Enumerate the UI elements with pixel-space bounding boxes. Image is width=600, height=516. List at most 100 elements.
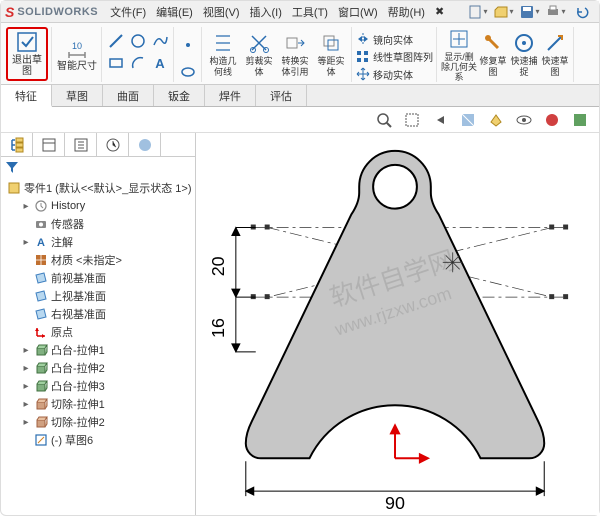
tree-item-label: 切除-拉伸2 <box>51 414 105 430</box>
quick-snap-button[interactable]: 快速捕捉 <box>509 28 539 82</box>
text-button[interactable]: A <box>150 53 170 73</box>
graphics-area[interactable]: 20 16 90 软件自学网 www.rjzxw.com <box>196 133 599 515</box>
svg-text:A: A <box>155 56 165 71</box>
line-button[interactable] <box>106 31 126 51</box>
apply-scene-button[interactable] <box>569 109 591 131</box>
fm-tab-tree[interactable] <box>1 133 33 156</box>
menu-help[interactable]: 帮助(H) <box>384 4 429 20</box>
ribbon-group-draw: A <box>103 27 174 82</box>
svg-text:A: A <box>37 237 45 249</box>
smart-dimension-button[interactable]: 10 智能尺寸 <box>56 27 98 81</box>
prev-view-icon <box>432 112 448 128</box>
expand-icon[interactable]: ▸ <box>21 399 31 410</box>
exit-sketch-button[interactable]: 退出草图 <box>6 27 48 81</box>
convert-body-icon <box>284 32 306 54</box>
menu-window[interactable]: 窗口(W) <box>334 4 382 20</box>
rapid-sketch-label: 快速草图 <box>540 56 570 78</box>
hide-show-button[interactable] <box>513 109 535 131</box>
filter-icon[interactable] <box>5 160 19 174</box>
exit-sketch-icon <box>16 31 38 53</box>
tree-item[interactable]: 原点 <box>5 323 195 341</box>
edit-appearance-button[interactable] <box>541 109 563 131</box>
feature-tree[interactable]: 零件1 (默认<<默认>_显示状态 1>) ▸History 传感器▸A注解 材… <box>1 177 195 515</box>
tree-item[interactable]: 上视基准面 <box>5 287 195 305</box>
fm-tab-config[interactable] <box>65 133 97 156</box>
zoom-fit-button[interactable] <box>373 109 395 131</box>
tree-item[interactable]: 材质 <未指定> <box>5 251 195 269</box>
expand-icon[interactable]: ▸ <box>21 363 31 374</box>
repair-sketch-button[interactable]: 修复草图 <box>478 28 508 82</box>
tree-item[interactable]: ▸切除-拉伸1 <box>5 395 195 413</box>
mirror-button[interactable]: 镜向实体 <box>356 31 413 47</box>
tab-sketch[interactable]: 草图 <box>52 85 103 106</box>
tree-item[interactable]: ▸History <box>5 197 195 215</box>
tab-sheetmetal[interactable]: 钣金 <box>154 85 205 106</box>
tree-item[interactable]: 右视基准面 <box>5 305 195 323</box>
expand-icon[interactable]: ▸ <box>21 201 31 212</box>
circle-button[interactable] <box>128 31 148 51</box>
show-delete-relations-button[interactable]: 显示/删除几何关系 <box>441 28 477 82</box>
feature-tree-icon <box>9 137 25 153</box>
history-icon <box>34 199 48 213</box>
menu-close[interactable]: ✖ <box>431 5 448 18</box>
trim-icon <box>248 32 270 54</box>
menu-edit[interactable]: 编辑(E) <box>152 4 197 20</box>
tab-evaluate[interactable]: 评估 <box>256 85 307 106</box>
tree-item-label: 前视基准面 <box>51 270 106 286</box>
prev-view-button[interactable] <box>429 109 451 131</box>
section-view-button[interactable] <box>457 109 479 131</box>
expand-icon[interactable]: ▸ <box>21 345 31 356</box>
fm-tab-display[interactable] <box>129 133 161 156</box>
arc-button[interactable] <box>128 53 148 73</box>
tree-item[interactable]: 前视基准面 <box>5 269 195 287</box>
ribbon: 退出草图 10 智能尺寸 A 构造几何线 剪裁实体 <box>1 23 599 85</box>
menu-file[interactable]: 文件(F) <box>106 4 150 20</box>
qat-print[interactable] <box>545 3 567 21</box>
move-entities-button[interactable]: 移动实体 <box>356 66 413 82</box>
zoom-area-button[interactable] <box>401 109 423 131</box>
tab-surfaces[interactable]: 曲面 <box>103 85 154 106</box>
menu-insert[interactable]: 插入(I) <box>246 4 286 20</box>
tree-item[interactable]: ▸凸台-拉伸3 <box>5 377 195 395</box>
tree-item-label: 原点 <box>51 324 73 340</box>
print-icon <box>546 5 560 19</box>
spline-button[interactable] <box>150 31 170 51</box>
rapid-sketch-button[interactable]: 快速草图 <box>540 28 570 82</box>
offset-entities-button[interactable]: 等距实体 <box>314 28 348 82</box>
tree-item[interactable]: ▸凸台-拉伸1 <box>5 341 195 359</box>
save-icon <box>520 5 534 19</box>
tab-weldments[interactable]: 焊件 <box>205 85 256 106</box>
tree-item[interactable]: ▸凸台-拉伸2 <box>5 359 195 377</box>
tree-root[interactable]: 零件1 (默认<<默认>_显示状态 1>) <box>5 179 195 197</box>
quick-access-toolbar <box>467 3 599 21</box>
plane-icon <box>34 289 48 303</box>
tab-features[interactable]: 特征 <box>1 85 52 107</box>
dim-16: 16 <box>208 318 228 338</box>
tree-item[interactable]: ▸A注解 <box>5 233 195 251</box>
config-manager-icon <box>73 137 89 153</box>
fm-tab-property[interactable] <box>33 133 65 156</box>
menu-tools[interactable]: 工具(T) <box>288 4 332 20</box>
display-style-button[interactable] <box>485 109 507 131</box>
menu-view[interactable]: 视图(V) <box>199 4 244 20</box>
tree-item[interactable]: (-) 草图6 <box>5 431 195 449</box>
convert-entities-button[interactable]: 构造几何线 <box>206 28 240 82</box>
edit-appearance-icon <box>544 112 560 128</box>
linear-pattern-button[interactable]: 线性草图阵列 <box>356 49 433 65</box>
expand-icon[interactable]: ▸ <box>21 237 31 248</box>
quick-snap-label: 快速捕捉 <box>509 56 539 78</box>
tree-item[interactable]: 传感器 <box>5 215 195 233</box>
fm-tab-dimxpert[interactable] <box>97 133 129 156</box>
convert-body-button[interactable]: 转换实体引用 <box>278 28 312 82</box>
expand-icon[interactable]: ▸ <box>21 417 31 428</box>
ellipse-button[interactable] <box>178 62 198 82</box>
qat-save[interactable] <box>519 3 541 21</box>
tree-item[interactable]: ▸ 切除-拉伸2 <box>5 413 195 431</box>
expand-icon[interactable]: ▸ <box>21 381 31 392</box>
qat-new[interactable] <box>467 3 489 21</box>
qat-open[interactable] <box>493 3 515 21</box>
rect-button[interactable] <box>106 53 126 73</box>
qat-undo[interactable] <box>571 3 593 21</box>
point-button[interactable] <box>178 35 198 55</box>
trim-entities-button[interactable]: 剪裁实体 <box>242 28 276 82</box>
